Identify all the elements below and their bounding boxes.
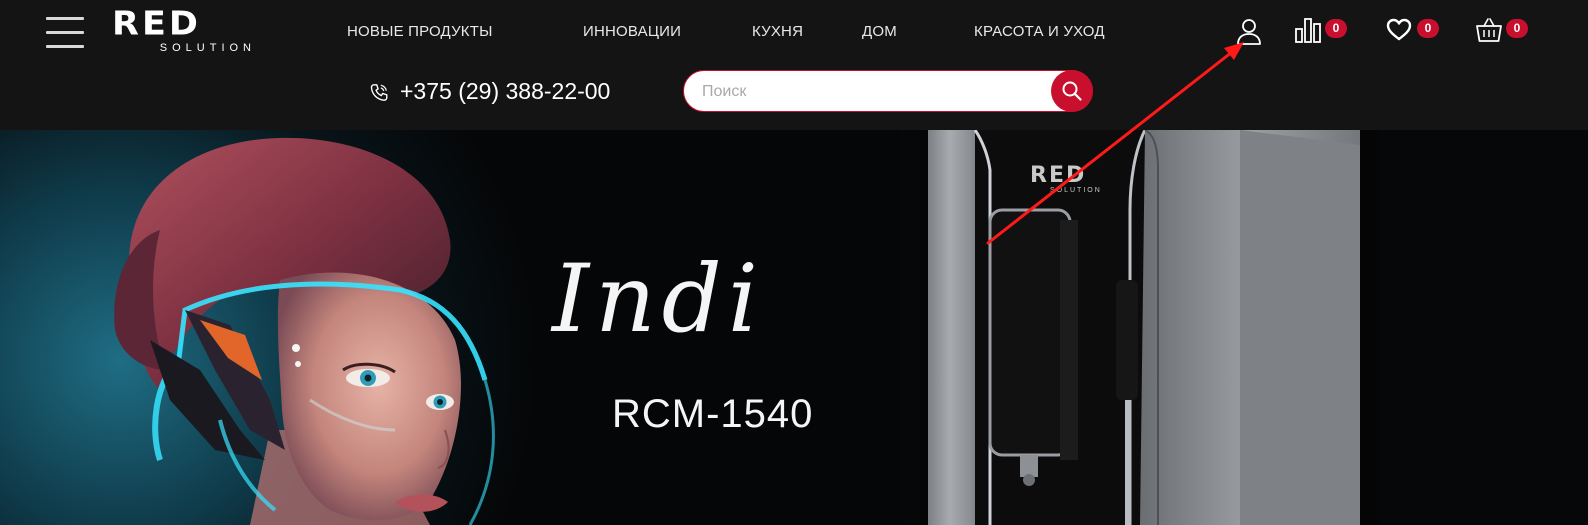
search-bar [683,70,1093,112]
heart-icon [1386,18,1412,41]
favorites-count-badge: 0 [1417,19,1439,38]
hero-banner[interactable]: Indi RCM-1540 RED SOLUTION [0,130,1588,525]
search-icon [1062,81,1082,101]
nav-beauty-care[interactable]: КРАСОТА И УХОД [974,23,1105,40]
site-logo[interactable]: RED SOLUTION [112,5,258,56]
compare-button[interactable]: 0 [1294,17,1354,45]
nav-kitchen[interactable]: КУХНЯ [752,23,803,40]
user-icon [1237,19,1261,45]
cart-button[interactable]: 0 [1475,16,1535,46]
phone-icon [370,84,388,101]
basket-icon [1476,18,1502,42]
hero-title: Indi [552,245,764,354]
favorites-button[interactable]: 0 [1386,18,1446,46]
menu-icon[interactable] [46,17,84,49]
account-button[interactable] [1236,18,1262,46]
nav-home[interactable]: ДОМ [862,23,897,40]
logo-main-text: RED [112,5,201,43]
search-input[interactable] [700,79,1044,105]
search-button[interactable] [1051,70,1093,112]
compare-count-badge: 0 [1325,19,1347,38]
bar-chart-icon [1295,18,1321,43]
nav-innovations[interactable]: ИННОВАЦИИ [583,23,681,40]
nav-new-products[interactable]: НОВЫЕ ПРОДУКТЫ [347,23,493,40]
cart-count-badge: 0 [1506,19,1528,38]
coffee-machine-image: RED SOLUTION [920,130,1380,525]
hero-woman-illustration [114,137,495,525]
hero-model-number: RCM-1540 [612,392,814,436]
machine-logo-sub: SOLUTION [1050,187,1102,194]
logo-sub-text: SOLUTION [159,42,256,54]
site-header: RED SOLUTION НОВЫЕ ПРОДУКТЫ ИННОВАЦИИ КУ… [0,0,1588,130]
phone-number: +375 (29) 388-22-00 [400,78,611,104]
machine-logo: RED [1030,163,1086,188]
